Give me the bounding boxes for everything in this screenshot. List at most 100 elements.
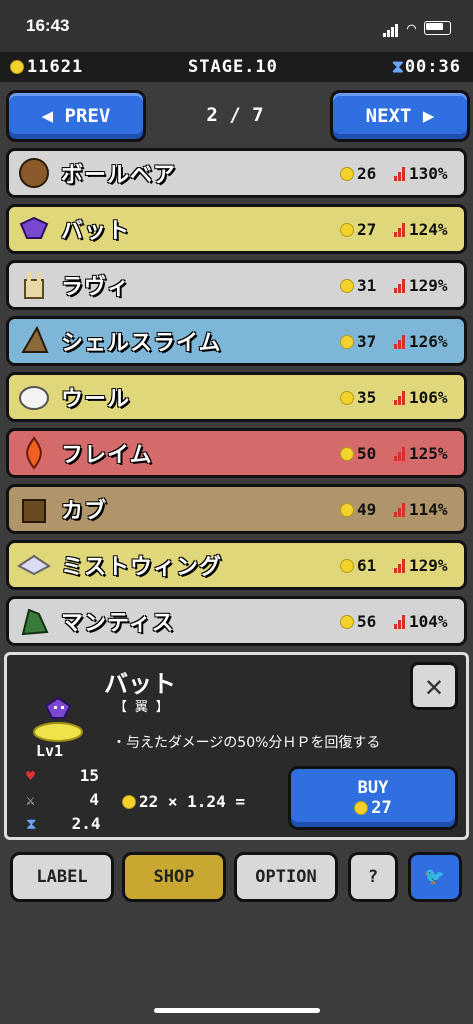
- monster-row[interactable]: ラヴィ 31 129%: [6, 260, 467, 310]
- coin-count: 11621: [10, 57, 83, 77]
- monster-price: 37: [340, 332, 394, 351]
- hud-bar: 11621 STAGE.10 ⧗00:36: [0, 52, 473, 82]
- hourglass-icon: ⧗: [391, 57, 405, 77]
- monster-name: マンティス: [61, 611, 175, 636]
- bar-chart-icon: [394, 446, 406, 461]
- detail-level: Lv1: [36, 742, 64, 760]
- shop-button[interactable]: SHOP: [122, 852, 226, 902]
- twitter-button[interactable]: 🐦: [408, 852, 462, 902]
- monster-price: 26: [340, 164, 394, 183]
- monster-stat: 129%: [394, 556, 464, 575]
- monster-name: フレイム: [61, 443, 153, 468]
- monster-stat: 124%: [394, 220, 464, 239]
- sword-icon: ⚔: [26, 790, 36, 809]
- detail-description: ・与えたダメージの50%分ＨＰを回復する: [112, 735, 381, 751]
- home-indicator: [154, 1008, 320, 1013]
- monster-name: バット: [61, 219, 131, 244]
- monster-price: 56: [340, 612, 394, 631]
- stage-label: STAGE.10: [188, 57, 278, 77]
- bar-chart-icon: [394, 558, 406, 573]
- rabbit-icon: [17, 268, 51, 302]
- monster-row[interactable]: フレイム 50 125%: [6, 428, 467, 478]
- monster-price: 50: [340, 444, 394, 463]
- coin-icon: [10, 60, 24, 74]
- detail-name: バット: [104, 670, 176, 698]
- bar-chart-icon: [394, 614, 406, 629]
- bar-chart-icon: [394, 334, 406, 349]
- stump-icon: [17, 492, 51, 526]
- coin-icon: [340, 390, 354, 405]
- prev-button[interactable]: ◀ PREV: [6, 90, 146, 142]
- monster-stat: 104%: [394, 612, 464, 631]
- monster-row[interactable]: マンティス 56 104%: [6, 596, 467, 646]
- stat-speed: ⧗ 2.4: [26, 814, 101, 833]
- hourglass-icon: ⧗: [26, 814, 37, 833]
- ball-bear-icon: [17, 156, 51, 190]
- status-icons: ◠: [382, 18, 451, 37]
- monster-name: カブ: [61, 499, 108, 524]
- close-icon: ✕: [424, 668, 444, 704]
- monster-price: 27: [340, 220, 394, 239]
- bat-icon: [17, 212, 51, 246]
- monster-stat: 114%: [394, 500, 464, 519]
- battery-icon: [424, 20, 451, 35]
- coin-icon: [340, 334, 354, 349]
- sheep-icon: [17, 380, 51, 414]
- coin-icon: [340, 222, 354, 237]
- monster-price: 35: [340, 388, 394, 407]
- coin-icon: [354, 801, 369, 815]
- bar-chart-icon: [394, 166, 406, 181]
- help-button[interactable]: ?: [348, 852, 398, 902]
- monster-name: ラヴィ: [61, 275, 131, 300]
- close-button[interactable]: ✕: [410, 662, 458, 710]
- status-time: 16:43: [26, 16, 70, 35]
- monster-row[interactable]: ミストウィング 61 129%: [6, 540, 467, 590]
- next-button[interactable]: NEXT ▶: [330, 90, 470, 142]
- monster-name: シェルスライム: [61, 331, 222, 356]
- stat-hp: ♥ 15: [26, 766, 100, 785]
- monster-price: 31: [340, 276, 394, 295]
- signal-icon: [382, 18, 399, 37]
- monster-price: 61: [340, 556, 394, 575]
- bar-chart-icon: [394, 390, 406, 405]
- twitter-icon: 🐦: [424, 867, 446, 887]
- bar-chart-icon: [394, 502, 406, 517]
- monster-stat: 106%: [394, 388, 464, 407]
- bat-icon: [30, 688, 86, 748]
- monster-name: ミストウィング: [61, 555, 223, 580]
- coin-icon: [340, 614, 354, 629]
- option-button[interactable]: OPTION: [234, 852, 338, 902]
- price-calculation: 22 × 1.24 =: [122, 792, 245, 811]
- coin-icon: [340, 502, 354, 517]
- buy-button[interactable]: BUY 27: [288, 766, 458, 830]
- monster-name: ウール: [61, 387, 131, 412]
- bar-chart-icon: [394, 222, 406, 237]
- monster-stat: 125%: [394, 444, 464, 463]
- monster-row[interactable]: カブ 49 114%: [6, 484, 467, 534]
- monster-name: ボールベア: [61, 163, 177, 188]
- flame-icon: [17, 436, 51, 470]
- monster-stat: 130%: [394, 164, 464, 183]
- mantis-icon: [17, 604, 51, 638]
- mist-wing-icon: [17, 548, 51, 582]
- timer: ⧗00:36: [391, 57, 461, 77]
- monster-row[interactable]: ボールベア 26 130%: [6, 148, 467, 198]
- wifi-icon: ◠: [406, 18, 416, 37]
- monster-row[interactable]: シェルスライム 37 126%: [6, 316, 467, 366]
- coin-icon: [340, 278, 354, 293]
- bar-chart-icon: [394, 278, 406, 293]
- monster-stat: 129%: [394, 276, 464, 295]
- page-indicator: 2 / 7: [206, 104, 264, 126]
- coin-icon: [340, 558, 354, 573]
- coin-icon: [340, 166, 354, 181]
- heart-icon: ♥: [26, 766, 36, 785]
- coin-icon: [122, 795, 136, 809]
- monster-row[interactable]: ウール 35 106%: [6, 372, 467, 422]
- label-button[interactable]: LABEL: [10, 852, 114, 902]
- monster-row[interactable]: バット 27 124%: [6, 204, 467, 254]
- monster-stat: 126%: [394, 332, 464, 351]
- monster-price: 49: [340, 500, 394, 519]
- stat-attack: ⚔ 4: [26, 790, 100, 809]
- detail-type: 【 翼 】: [114, 700, 169, 715]
- shell-slime-icon: [17, 324, 51, 358]
